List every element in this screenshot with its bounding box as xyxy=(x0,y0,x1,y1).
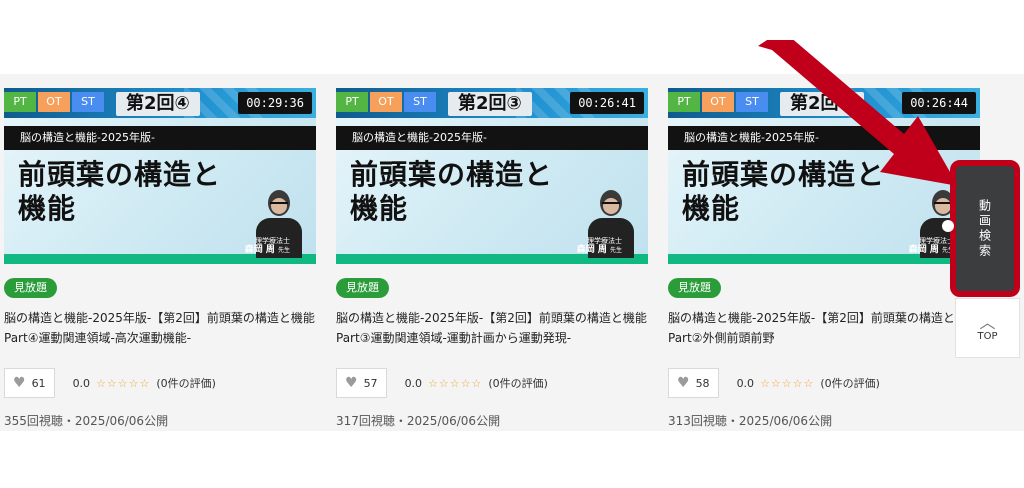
rating: 0.0 ☆☆☆☆☆ (0件の評価) xyxy=(405,375,548,391)
tag-pt: PT xyxy=(4,92,36,112)
profession-tags: PT OT ST xyxy=(336,92,436,112)
rating: 0.0 ☆☆☆☆☆ (0件の評価) xyxy=(73,375,216,391)
episode-label: 第2回② xyxy=(780,92,864,116)
star-rating-icon: ☆☆☆☆☆ xyxy=(96,376,151,390)
headline-text: 前頭葉の構造と 機能 xyxy=(682,158,886,225)
thumbnail-headline: 前頭葉の構造と 機能 xyxy=(350,158,553,226)
video-thumbnail[interactable]: PT OT ST 第2回④ 00:29:36 脳の構造と機能-2025年版- 前… xyxy=(4,88,316,264)
tag-ot: OT xyxy=(370,92,402,112)
video-title-link[interactable]: 脳の構造と機能-2025年版-【第2回】前頭葉の構造と機能 Part③運動関連領… xyxy=(336,308,648,348)
like-count: 61 xyxy=(31,376,46,390)
series-title: 脳の構造と機能-2025年版- xyxy=(4,126,316,150)
video-search-label: 動画検索 xyxy=(977,198,992,259)
video-duration: 00:29:36 xyxy=(238,92,312,114)
headline-text: 前頭葉の構造と 機能 xyxy=(18,158,222,225)
tag-st: ST xyxy=(404,92,436,112)
video-card[interactable]: PT OT ST 第2回② 00:26:44 脳の構造と機能-2025年版- 前… xyxy=(668,88,980,429)
like-button[interactable]: ♥ 61 xyxy=(4,368,55,398)
card-meta: ♥ 57 0.0 ☆☆☆☆☆ (0件の評価) xyxy=(336,368,648,398)
like-count: 57 xyxy=(363,376,378,390)
video-card[interactable]: PT OT ST 第2回④ 00:29:36 脳の構造と機能-2025年版- 前… xyxy=(4,88,316,429)
star-rating-icon: ☆☆☆☆☆ xyxy=(760,376,815,390)
review-count: (0件の評価) xyxy=(820,377,880,390)
series-title: 脳の構造と機能-2025年版- xyxy=(336,126,648,150)
tag-st: ST xyxy=(72,92,104,112)
video-search-button[interactable]: 動画検索 xyxy=(950,160,1020,297)
card-meta: ♥ 61 0.0 ☆☆☆☆☆ (0件の評価) xyxy=(4,368,316,398)
rating-score: 0.0 xyxy=(72,376,91,390)
video-title-link[interactable]: 脳の構造と機能-2025年版-【第2回】前頭葉の構造と機能 Part②外側前頭前… xyxy=(668,308,980,348)
credit-suffix: 先生 xyxy=(277,247,290,254)
heart-icon: ♥ xyxy=(13,375,26,391)
thumbnail-headline: 前頭葉の構造と 機能 xyxy=(18,158,221,226)
credit-name: 森岡 周 xyxy=(244,245,275,255)
view-count-date: 317回視聴・2025/06/06公開 xyxy=(336,414,501,428)
tag-ot: OT xyxy=(702,92,734,112)
review-count: (0件の評価) xyxy=(488,377,548,390)
credit-suffix: 先生 xyxy=(609,247,622,254)
video-thumbnail[interactable]: PT OT ST 第2回② 00:26:44 脳の構造と機能-2025年版- 前… xyxy=(668,88,980,264)
carousel-dot[interactable] xyxy=(942,220,954,232)
credit-role: 理学療法士 xyxy=(587,237,622,245)
heart-icon: ♥ xyxy=(677,375,690,391)
profession-tags: PT OT ST xyxy=(4,92,104,112)
video-duration: 00:26:44 xyxy=(902,92,976,114)
card-meta: ♥ 58 0.0 ☆☆☆☆☆ (0件の評価) xyxy=(668,368,980,398)
presenter-credit: 理学療法士 森岡 周 先生 xyxy=(909,237,954,256)
video-thumbnail[interactable]: PT OT ST 第2回③ 00:26:41 脳の構造と機能-2025年版- 前… xyxy=(336,88,648,264)
tag-ot: OT xyxy=(38,92,70,112)
tag-st: ST xyxy=(736,92,768,112)
tag-pt: PT xyxy=(336,92,368,112)
rating: 0.0 ☆☆☆☆☆ (0件の評価) xyxy=(737,375,880,391)
view-count-date: 355回視聴・2025/06/06公開 xyxy=(4,414,169,428)
view-count-date: 313回視聴・2025/06/06公開 xyxy=(668,414,833,428)
unlimited-badge: 見放題 xyxy=(668,278,721,298)
episode-label: 第2回④ xyxy=(116,92,200,116)
tag-pt: PT xyxy=(668,92,700,112)
rating-score: 0.0 xyxy=(404,376,423,390)
presenter-credit: 理学療法士 森岡 周 先生 xyxy=(245,237,290,256)
rating-score: 0.0 xyxy=(736,376,755,390)
profession-tags: PT OT ST xyxy=(668,92,768,112)
review-count: (0件の評価) xyxy=(156,377,216,390)
star-rating-icon: ☆☆☆☆☆ xyxy=(428,376,483,390)
credit-name: 森岡 周 xyxy=(908,245,939,255)
credit-name: 森岡 周 xyxy=(576,245,607,255)
like-count: 58 xyxy=(695,376,710,390)
chevron-up-icon: ︿ xyxy=(979,312,996,332)
video-duration: 00:26:41 xyxy=(570,92,644,114)
video-card[interactable]: PT OT ST 第2回③ 00:26:41 脳の構造と機能-2025年版- 前… xyxy=(336,88,648,429)
series-title: 脳の構造と機能-2025年版- xyxy=(668,126,980,150)
like-button[interactable]: ♥ 58 xyxy=(668,368,719,398)
episode-label: 第2回③ xyxy=(448,92,532,116)
video-title-link[interactable]: 脳の構造と機能-2025年版-【第2回】前頭葉の構造と機能 Part④運動関連領… xyxy=(4,308,316,348)
credit-role: 理学療法士 xyxy=(255,237,290,245)
presenter-credit: 理学療法士 森岡 周 先生 xyxy=(577,237,622,256)
thumbnail-headline: 前頭葉の構造と 機能 xyxy=(682,158,885,226)
unlimited-badge: 見放題 xyxy=(336,278,389,298)
back-to-top-button[interactable]: ︿ TOP xyxy=(955,298,1020,358)
heart-icon: ♥ xyxy=(345,375,358,391)
headline-text: 前頭葉の構造と 機能 xyxy=(350,158,554,225)
back-to-top-label: TOP xyxy=(977,330,998,342)
like-button[interactable]: ♥ 57 xyxy=(336,368,387,398)
unlimited-badge: 見放題 xyxy=(4,278,57,298)
credit-role: 理学療法士 xyxy=(919,237,954,245)
